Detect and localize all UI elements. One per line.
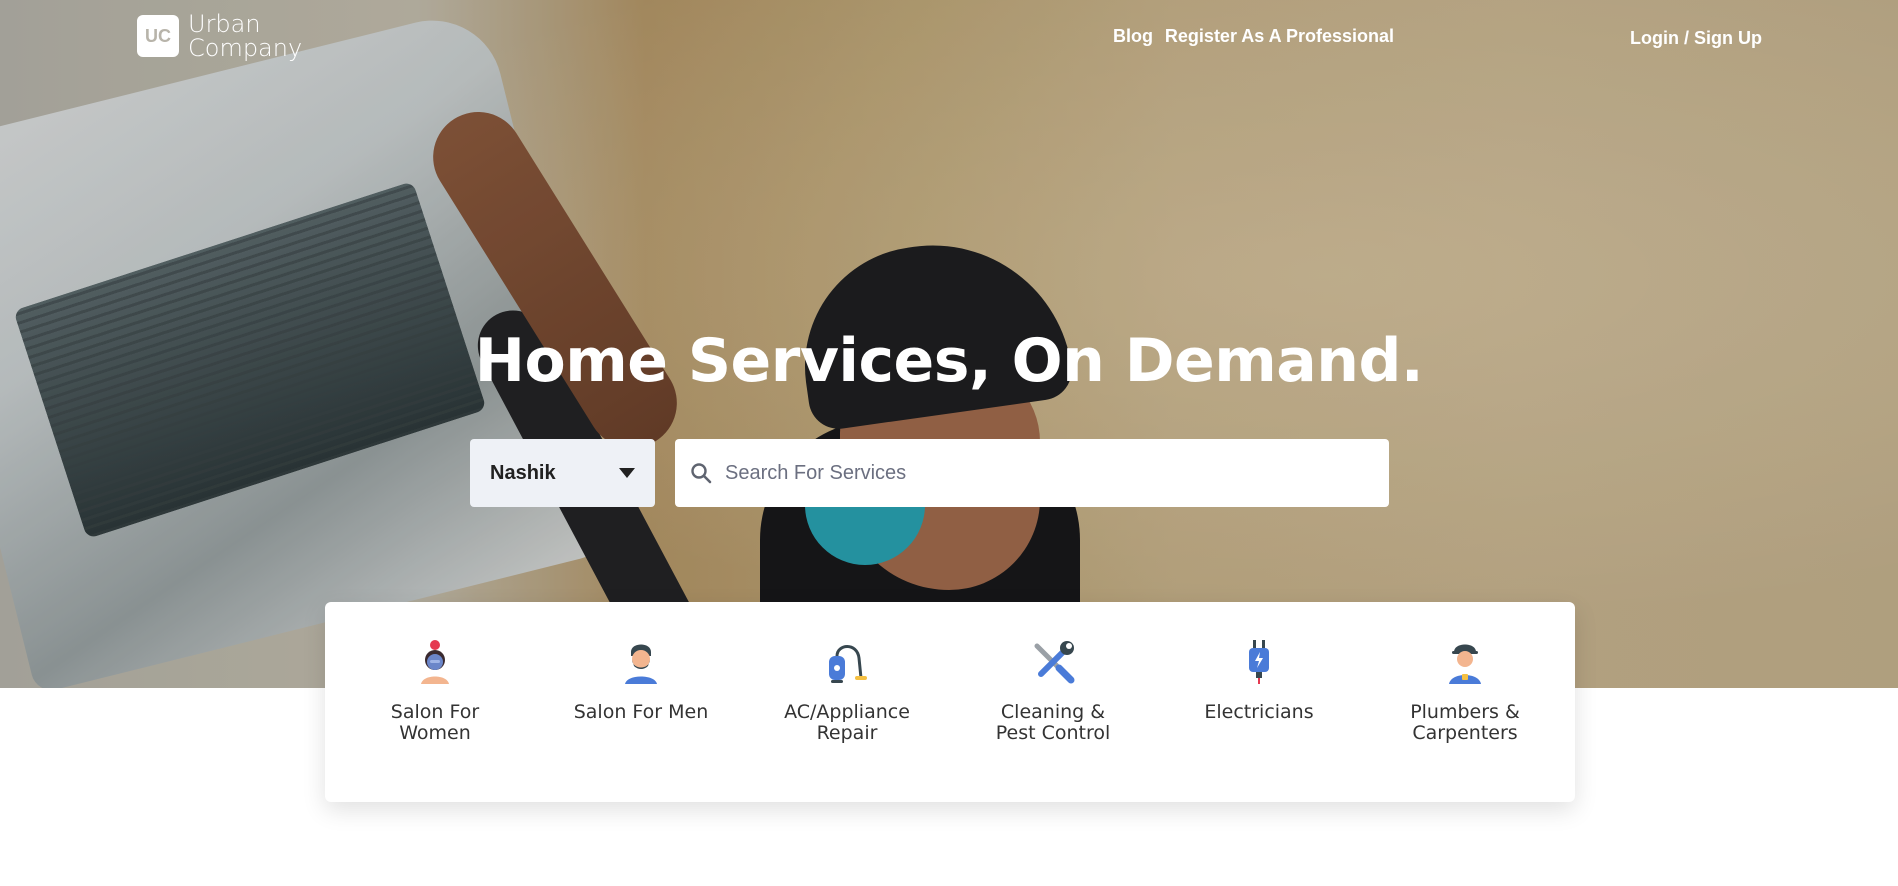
logo-mark: UC <box>137 15 179 57</box>
service-label: Salon For Men <box>573 701 709 723</box>
search-icon <box>691 463 712 484</box>
service-ac-appliance[interactable]: AC/Appliance Repair <box>757 638 937 744</box>
plug-icon <box>1249 640 1269 684</box>
plumber-icon <box>1449 644 1481 684</box>
vacuum-icon <box>829 645 867 683</box>
logo-wordmark: Urban Company <box>188 12 302 60</box>
city-selected-value: Nashik <box>490 461 556 484</box>
service-search[interactable] <box>675 439 1389 507</box>
search-input[interactable] <box>725 461 1365 485</box>
service-salon-men[interactable]: Salon For Men <box>551 638 731 723</box>
service-electricians[interactable]: Electricians <box>1169 638 1349 723</box>
salon-men-icon <box>625 644 657 684</box>
service-salon-women[interactable]: Salon For Women <box>345 638 525 744</box>
service-label: Plumbers & Carpenters <box>1410 701 1520 744</box>
top-navigation: UC Urban Company Blog Register As A Prof… <box>0 0 1898 80</box>
service-label: AC/Appliance Repair <box>784 701 910 744</box>
service-label: Cleaning & Pest Control <box>995 701 1111 744</box>
logo-wordmark-line1: Urban <box>188 10 261 38</box>
service-cleaning-pest[interactable]: Cleaning & Pest Control <box>963 638 1143 744</box>
nav-login-link[interactable]: Login / Sign Up <box>1630 28 1762 49</box>
tools-icon <box>1034 641 1075 684</box>
chevron-down-icon <box>619 468 635 478</box>
city-selector[interactable]: Nashik <box>470 439 655 507</box>
logo-wordmark-line2: Company <box>188 34 303 62</box>
service-label: Electricians <box>1204 701 1314 723</box>
service-plumbers-carpenters[interactable]: Plumbers & Carpenters <box>1375 638 1555 744</box>
salon-women-icon <box>421 640 449 684</box>
services-panel: Salon For Women Salon For Men AC/Applian… <box>325 602 1575 802</box>
hero-headline: Home Services, On Demand. <box>474 326 1424 396</box>
brand-logo[interactable]: UC Urban Company <box>137 12 302 60</box>
service-label: Salon For Women <box>390 701 480 744</box>
nav-blog-link[interactable]: Blog <box>1113 26 1153 47</box>
nav-register-link[interactable]: Register As A Professional <box>1165 26 1394 47</box>
